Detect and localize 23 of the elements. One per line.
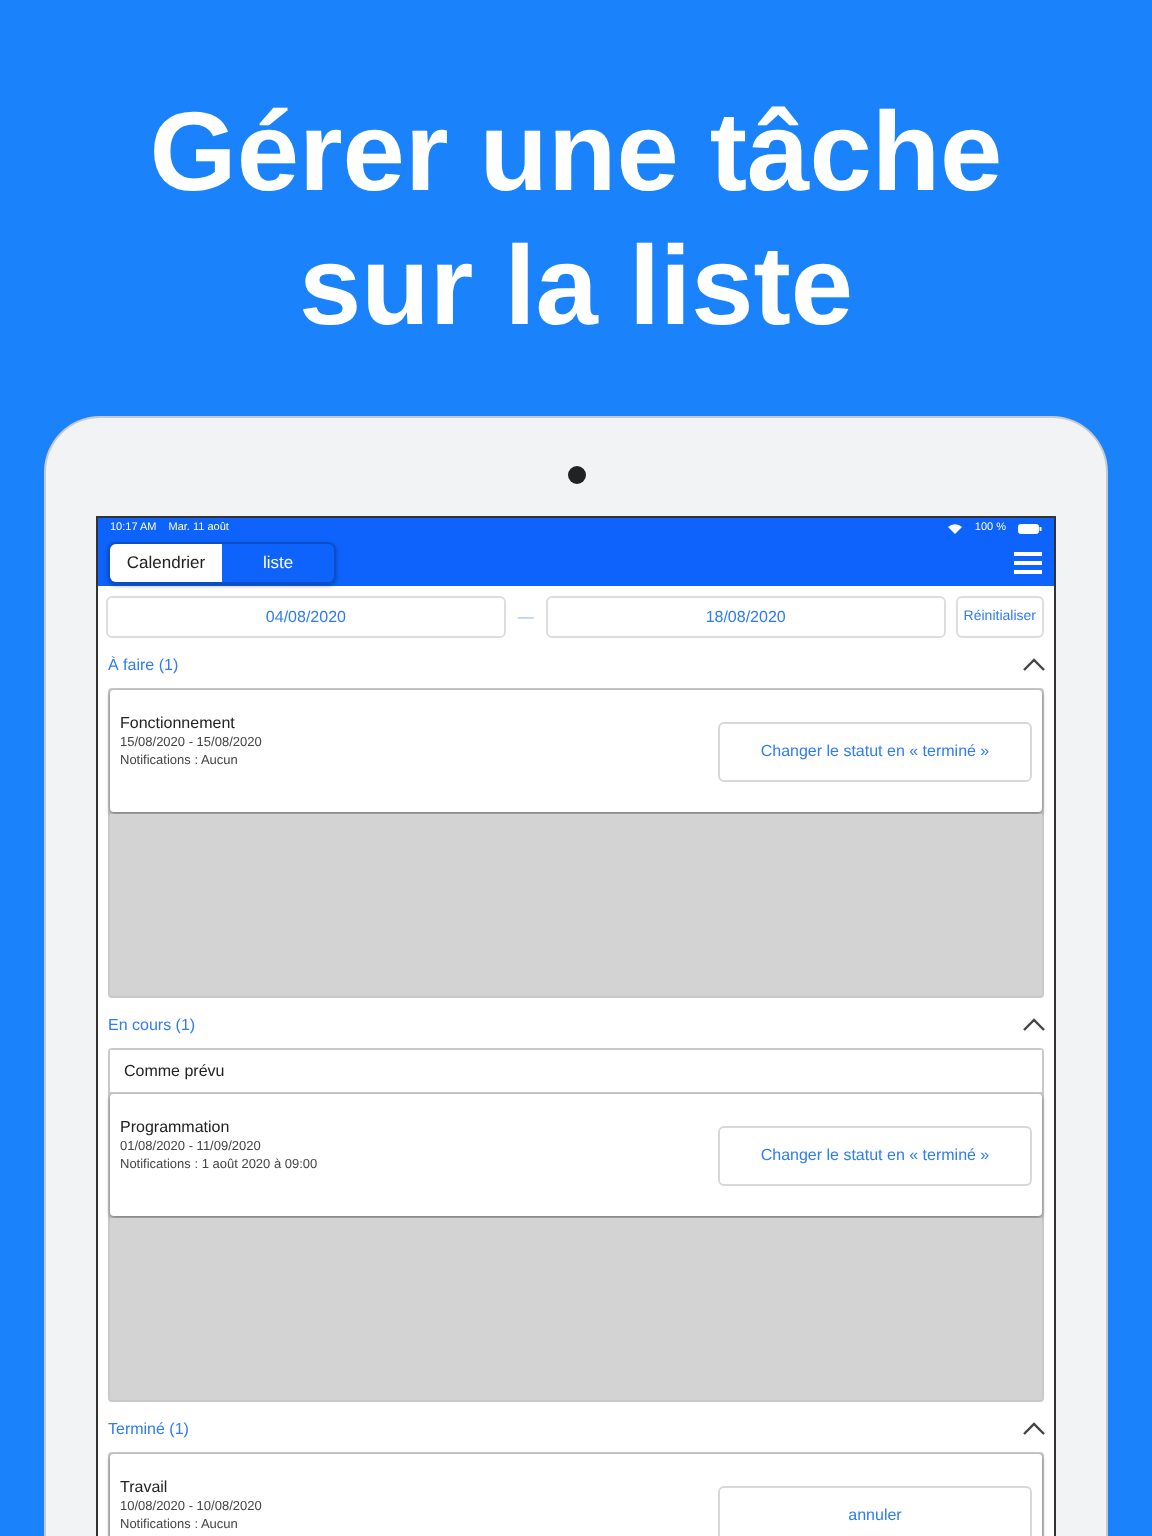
camera-icon bbox=[568, 466, 586, 484]
status-button[interactable]: annuler bbox=[718, 1485, 1032, 1536]
headline: Gérer une tâche sur la liste bbox=[147, 86, 1005, 352]
menu-icon[interactable] bbox=[1014, 551, 1042, 573]
view-tab[interactable]: liste bbox=[222, 543, 334, 581]
view-tab[interactable]: Calendrier bbox=[110, 543, 222, 581]
chevron-up-icon[interactable] bbox=[1022, 1421, 1046, 1435]
task-title: Programmation bbox=[120, 1118, 232, 1136]
task-title: Travail bbox=[120, 1478, 170, 1496]
chevron-up-icon[interactable] bbox=[1022, 657, 1046, 671]
chevron-up-icon[interactable] bbox=[1022, 1017, 1046, 1031]
end-date-field[interactable]: 18/08/2020 bbox=[545, 596, 946, 638]
section-title: À faire (1) bbox=[108, 655, 179, 673]
battery-icon bbox=[1018, 523, 1042, 533]
range-separator: — bbox=[515, 608, 536, 626]
task-title: Fonctionnement bbox=[120, 714, 237, 732]
section-title: En cours (1) bbox=[108, 1015, 196, 1033]
group-header: Comme prévu bbox=[110, 1050, 1042, 1094]
start-date-field[interactable]: 04/08/2020 bbox=[106, 596, 506, 638]
wifi-icon bbox=[948, 523, 963, 533]
status-button[interactable]: Changer le statut en « terminé » bbox=[718, 721, 1032, 781]
status-button[interactable]: Changer le statut en « terminé » bbox=[718, 1125, 1032, 1185]
section-title: Terminé (1) bbox=[108, 1419, 189, 1437]
